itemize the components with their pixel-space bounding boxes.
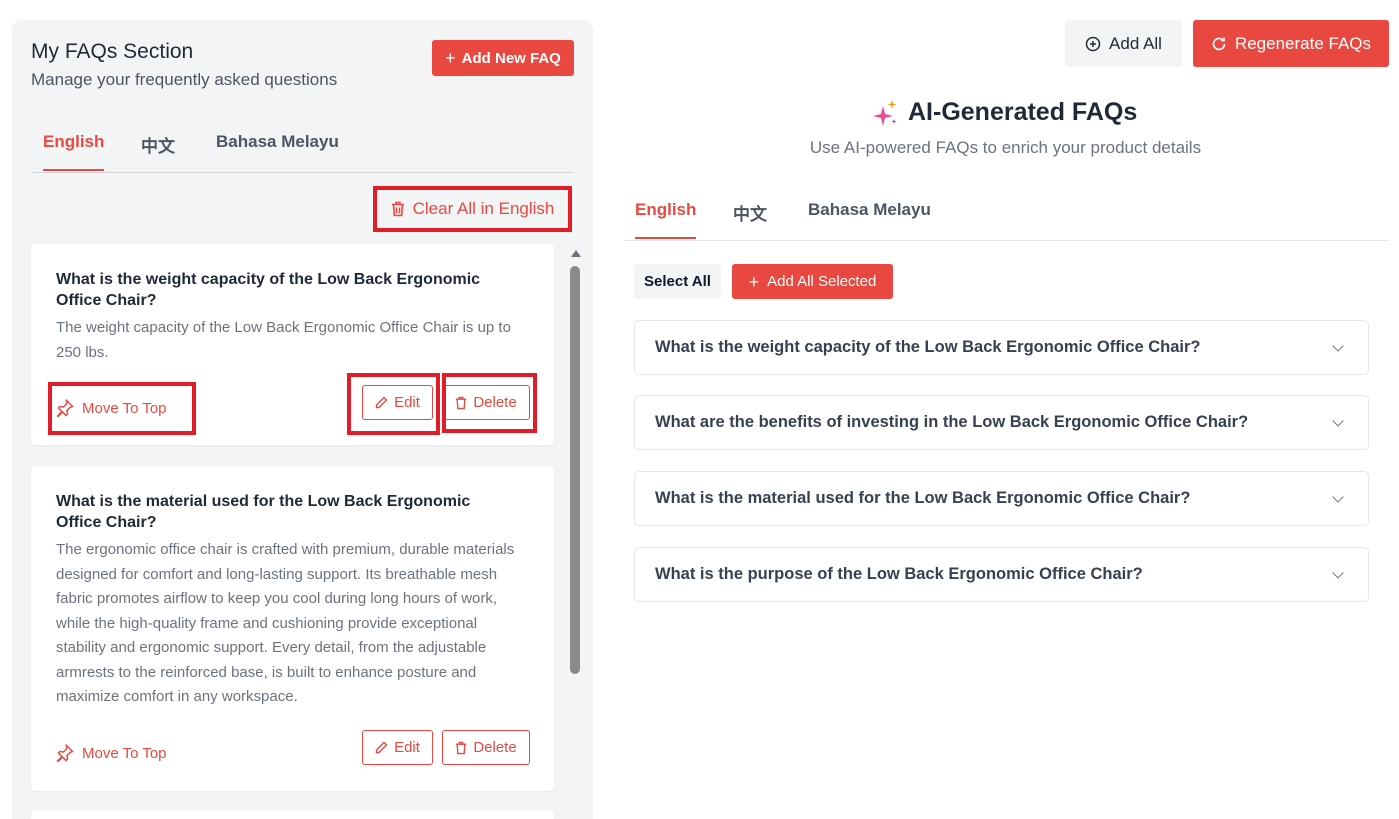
- ai-faqs-title: AI-Generated FAQs: [908, 98, 1138, 126]
- add-new-faq-label: Add New FAQ: [461, 49, 561, 67]
- select-all-button[interactable]: Select All: [634, 264, 721, 299]
- delete-highlight: [442, 373, 537, 433]
- faq-answer: The weight capacity of the Low Back Ergo…: [56, 319, 511, 361]
- clear-all-label: Clear All in English: [412, 199, 555, 218]
- scrollbar-thumb[interactable]: [570, 266, 580, 674]
- scroll-up-arrow-icon[interactable]: [571, 250, 581, 257]
- ai-faq-question: What is the material used for the Low Ba…: [655, 489, 1191, 507]
- tab-chinese[interactable]: 中文: [733, 200, 767, 242]
- move-to-top-button[interactable]: Move To Top: [56, 744, 167, 762]
- edit-label: Edit: [394, 739, 420, 756]
- sparkle-icon: [873, 99, 897, 126]
- ai-faq-question: What are the benefits of investing in th…: [655, 413, 1249, 431]
- trash-icon: [391, 201, 404, 217]
- faq-question: What is the material used for the Low Ba…: [56, 493, 471, 531]
- regenerate-faqs-label: Regenerate FAQs: [1234, 33, 1372, 53]
- plus-icon: +: [445, 48, 456, 68]
- ai-faq-accordion-item[interactable]: What is the material used for the Low Ba…: [634, 471, 1369, 526]
- chevron-down-icon: [1332, 490, 1344, 503]
- move-to-top-label: Move To Top: [82, 744, 167, 762]
- chevron-down-icon: [1332, 566, 1344, 579]
- regenerate-faqs-button[interactable]: Regenerate FAQs: [1193, 20, 1389, 67]
- tab-chinese[interactable]: 中文: [141, 132, 175, 174]
- chevron-down-icon: [1332, 339, 1344, 352]
- ai-faqs-heading: AI-Generated FAQs: [872, 98, 1137, 127]
- ai-faq-question: What is the purpose of the Low Back Ergo…: [655, 565, 1143, 583]
- add-all-label: Add All: [1109, 33, 1162, 53]
- ai-faq-accordion-item[interactable]: What is the weight capacity of the Low B…: [634, 320, 1369, 375]
- tab-english[interactable]: English: [43, 132, 105, 171]
- edit-button[interactable]: Edit: [362, 730, 433, 765]
- tab-bahasa-melayu[interactable]: Bahasa Melayu: [216, 132, 339, 169]
- move-to-top-highlight: [48, 382, 196, 435]
- add-all-button[interactable]: Add All: [1065, 20, 1182, 67]
- ai-faq-question: What is the weight capacity of the Low B…: [655, 338, 1201, 356]
- add-all-selected-button[interactable]: + Add All Selected: [732, 264, 893, 299]
- add-new-faq-button[interactable]: + Add New FAQ: [432, 40, 574, 76]
- delete-label: Delete: [473, 739, 517, 756]
- faq-manager: My FAQs Section Manage your frequently a…: [0, 0, 1399, 819]
- chevron-down-icon: [1332, 414, 1344, 427]
- faq-list-scrollbar[interactable]: [568, 248, 582, 819]
- plus-circle-icon: [1085, 36, 1101, 51]
- ai-faqs-subtitle: Use AI-powered FAQs to enrich your produ…: [809, 138, 1202, 157]
- tab-bahasa-melayu[interactable]: Bahasa Melayu: [808, 200, 931, 237]
- edit-highlight: [347, 373, 440, 435]
- ai-faq-accordion-item[interactable]: What are the benefits of investing in th…: [634, 395, 1369, 450]
- refresh-icon: [1212, 37, 1226, 50]
- delete-button[interactable]: Delete: [442, 730, 530, 765]
- tab-english[interactable]: English: [635, 200, 697, 239]
- my-faqs-title: My FAQs Section: [31, 40, 194, 63]
- faq-card: What is the material used for the Low Ba…: [31, 466, 554, 791]
- clear-all-button[interactable]: Clear All in English: [373, 186, 572, 232]
- plus-icon: +: [748, 271, 760, 292]
- ai-faqs-language-tabs: English 中文 Bahasa Melayu: [624, 200, 1389, 241]
- pin-icon: [56, 744, 74, 762]
- pencil-icon: [375, 741, 388, 754]
- faq-card: [31, 811, 554, 819]
- ai-faq-accordion-item[interactable]: What is the purpose of the Low Back Ergo…: [634, 547, 1369, 602]
- add-all-selected-label: Add All Selected: [767, 273, 877, 290]
- faq-answer: The ergonomic office chair is crafted wi…: [56, 541, 515, 705]
- my-faqs-subtitle: Manage your frequently asked questions: [31, 70, 338, 89]
- faq-question: What is the weight capacity of the Low B…: [56, 271, 481, 309]
- trash-icon: [456, 741, 467, 754]
- my-faqs-language-tabs: English 中文 Bahasa Melayu: [31, 132, 573, 173]
